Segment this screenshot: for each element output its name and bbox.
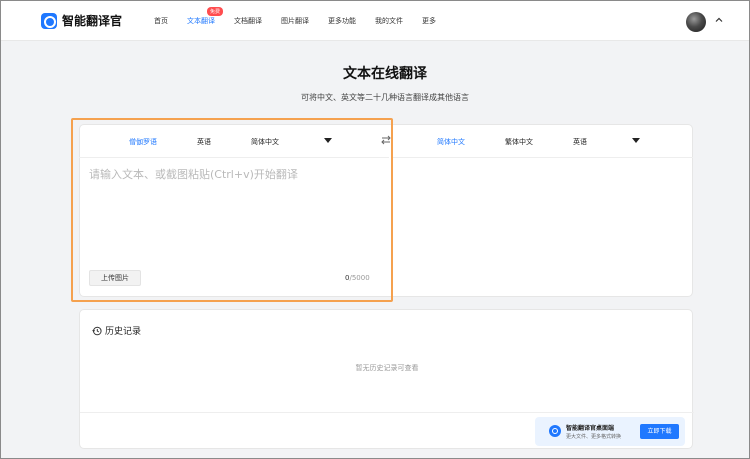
logo-icon (41, 12, 57, 29)
page-title: 文本在线翻译 (343, 66, 427, 82)
logo-text: 智能翻译官 (62, 14, 123, 28)
history-header: 历史记录 (92, 324, 141, 337)
nav-item-more-features[interactable]: 更多功能 (328, 16, 356, 26)
nav-item-home[interactable]: 首页 (154, 16, 168, 26)
nav-item-label: 文本翻译 (187, 17, 215, 25)
main-nav: 首页 文本翻译 免费 文档翻译 图片翻译 更多功能 我的文件 更多 (154, 1, 455, 41)
page-subtitle: 可将中文、英文等二十几种语言翻译成其他语言 (301, 93, 469, 102)
target-language-bar: 简体中文 繁体中文 英语 (393, 124, 693, 158)
app-logo[interactable]: 智能翻译官 (41, 12, 122, 29)
nav-item-image-translate[interactable]: 图片翻译 (281, 16, 309, 26)
history-empty-text: 暂无历史记录可查看 (355, 364, 419, 372)
nav-item-doc-translate[interactable]: 文档翻译 (234, 16, 262, 26)
nav-item-text-translate[interactable]: 文本翻译 免费 (187, 7, 224, 26)
target-lang-english[interactable]: 英语 (573, 137, 587, 147)
desktop-app-logo-icon (549, 425, 561, 437)
target-lang-traditional[interactable]: 繁体中文 (505, 137, 533, 147)
avatar[interactable] (686, 12, 706, 32)
history-divider (80, 412, 694, 413)
download-button[interactable]: 立即下载 (640, 424, 679, 439)
nav-item-my-files[interactable]: 我的文件 (375, 16, 403, 26)
promo-title: 智能翻译官桌面端 (566, 425, 615, 432)
chevron-up-icon[interactable] (713, 15, 725, 27)
source-pane-highlight (71, 118, 393, 302)
history-clock-icon (92, 326, 102, 336)
target-lang-dropdown-icon[interactable] (632, 138, 640, 143)
nav-item-more[interactable]: 更多 (422, 16, 436, 26)
history-title: 历史记录 (105, 327, 142, 337)
desktop-app-promo[interactable]: 智能翻译官桌面端 更大文件、更多格式转换 立即下载 (535, 417, 685, 446)
target-lang-simplified[interactable]: 简体中文 (437, 137, 465, 147)
top-navbar: 智能翻译官 首页 文本翻译 免费 文档翻译 图片翻译 更多功能 我的文件 更多 (1, 1, 749, 41)
promo-subtitle: 更大文件、更多格式转换 (566, 434, 622, 440)
free-badge: 免费 (207, 7, 224, 16)
